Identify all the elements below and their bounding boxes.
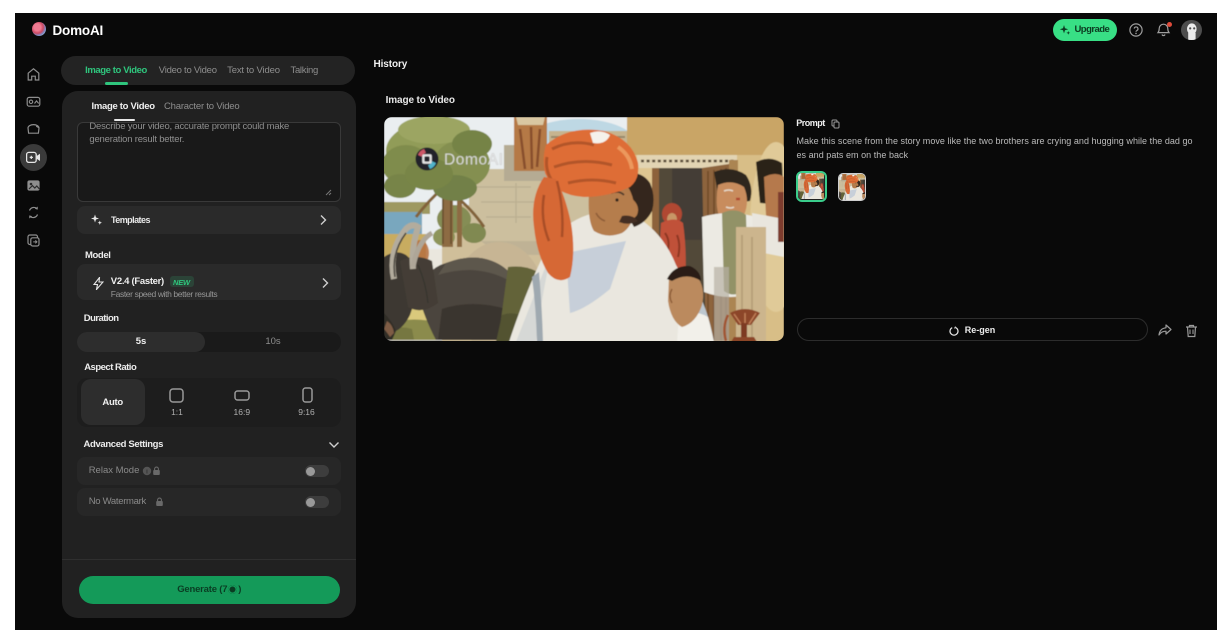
svg-text:i: i (146, 469, 147, 476)
